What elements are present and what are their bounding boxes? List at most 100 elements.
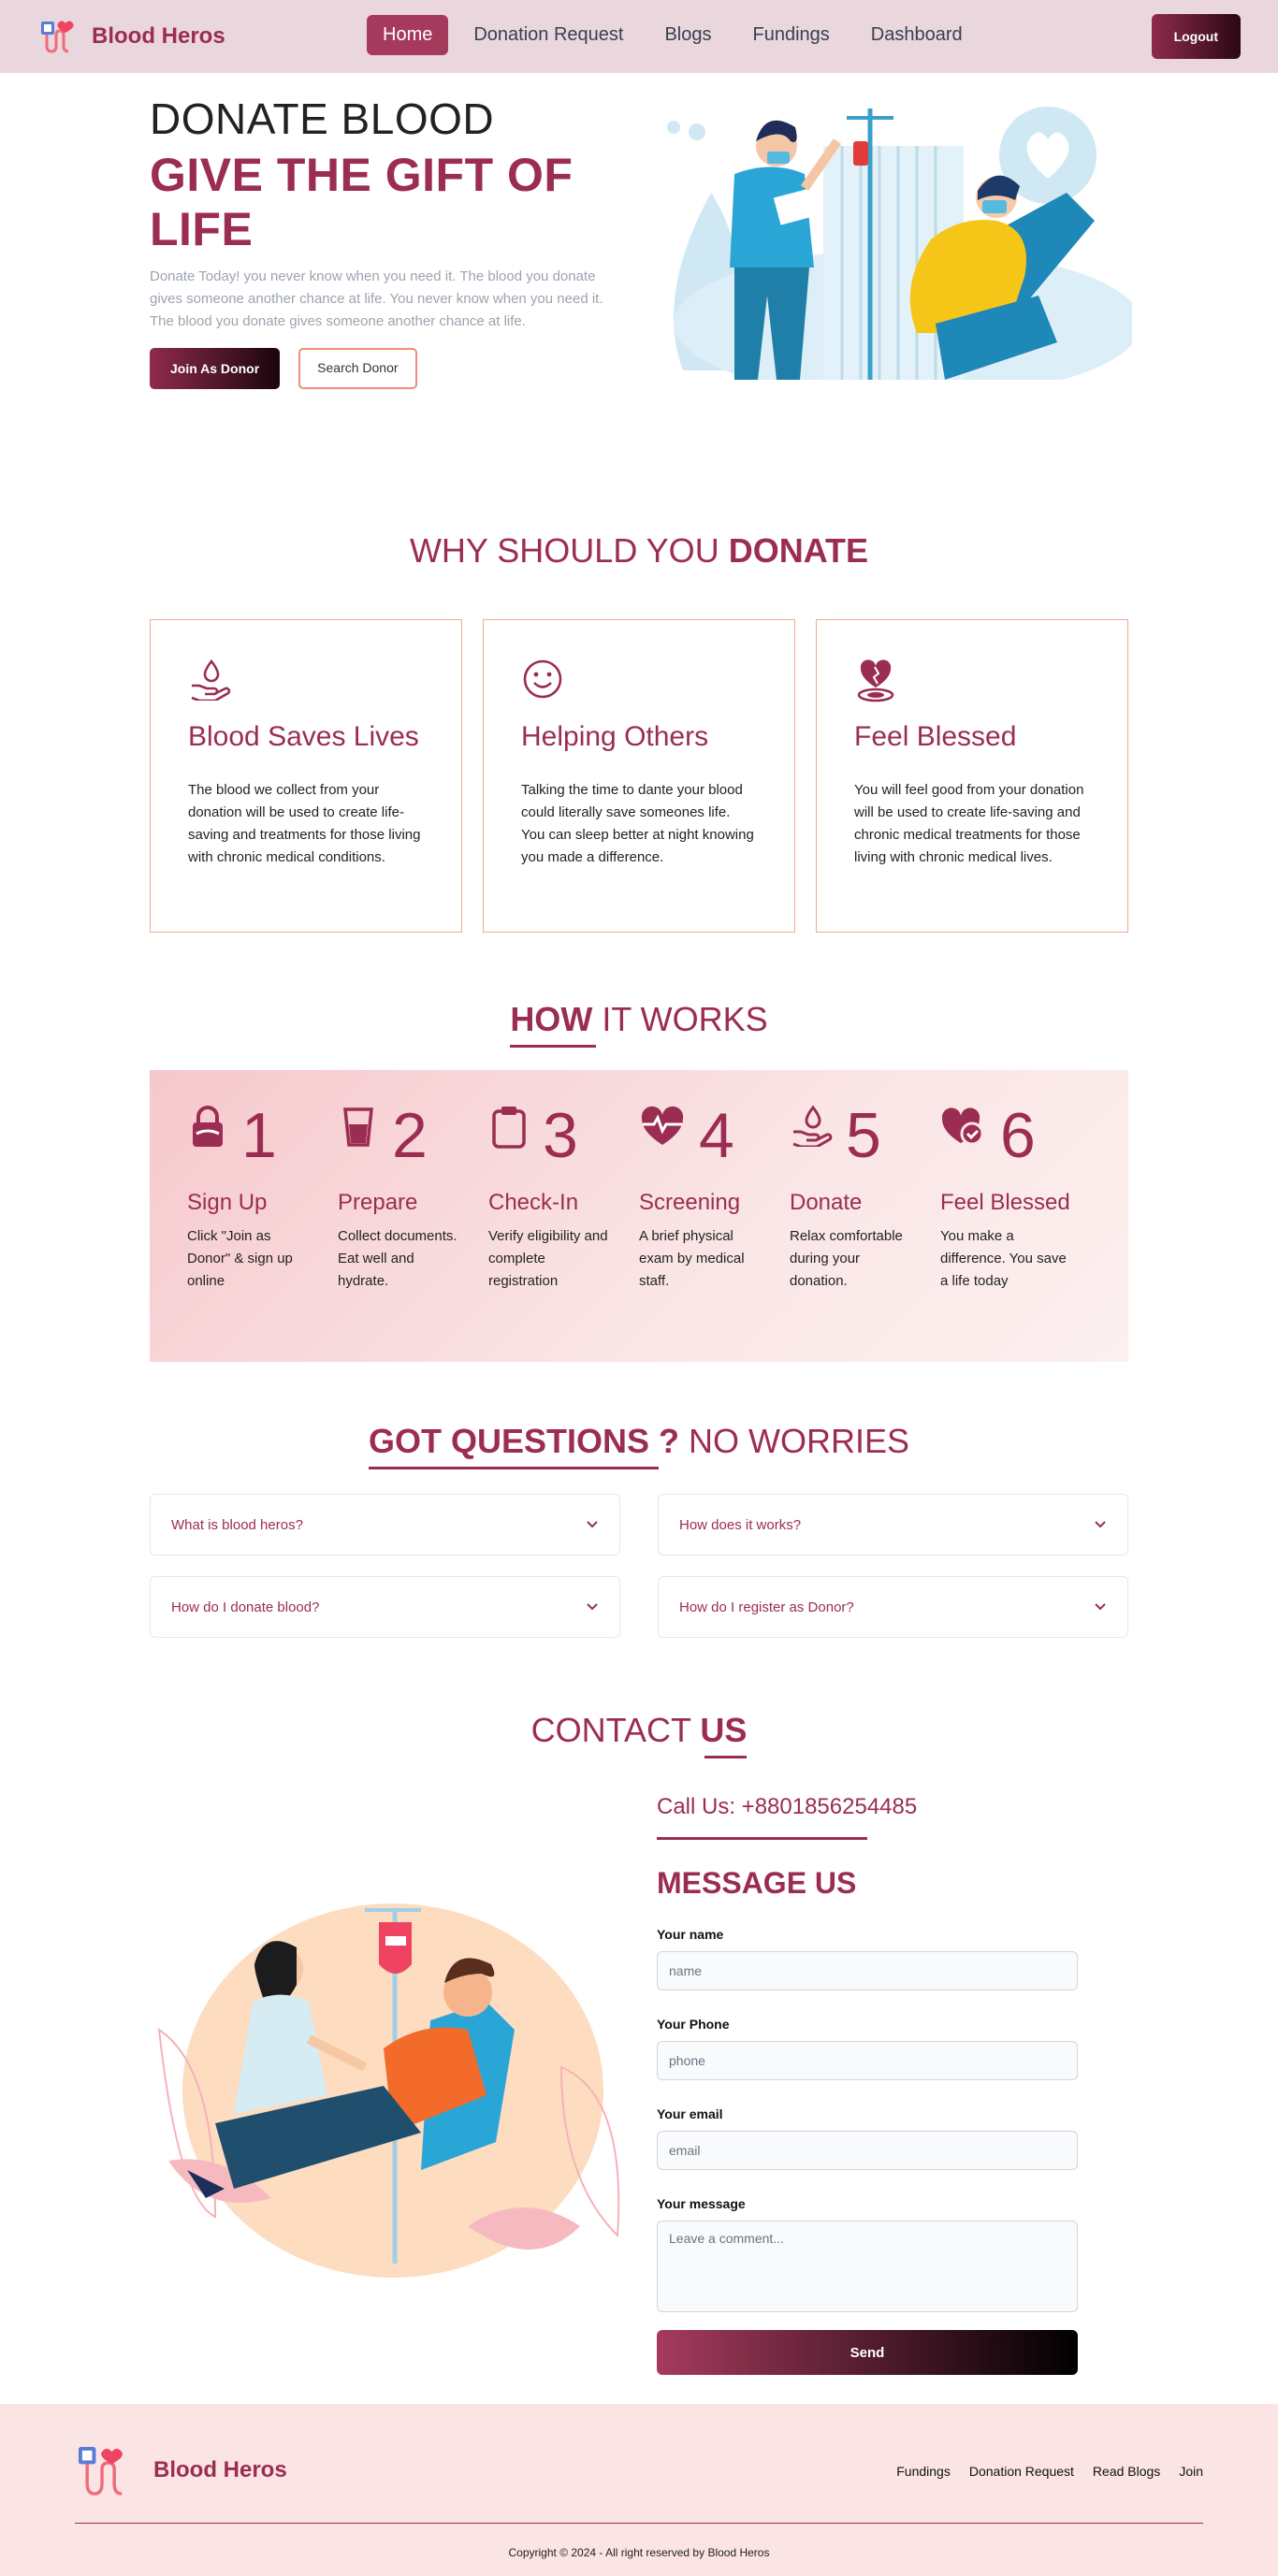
copyright-text: Copyright © 2024 - All right reserved by…: [508, 2546, 770, 2559]
card-title: Blood Saves Lives: [188, 721, 419, 752]
brand[interactable]: Blood Heros: [37, 16, 225, 57]
chevron-down-icon: [1095, 1603, 1106, 1611]
faq-question: What is blood heros?: [171, 1516, 303, 1533]
email-field[interactable]: [657, 2131, 1078, 2170]
faq-title-light: NO WORRIES: [689, 1422, 910, 1460]
step-number: 6: [1000, 1100, 1036, 1171]
faq-item[interactable]: How do I donate blood?: [150, 1576, 620, 1638]
hero-heading-line2: GIVE THE GIFT OF LIFE: [150, 149, 574, 255]
logout-button[interactable]: Logout: [1151, 14, 1241, 59]
name-field[interactable]: [657, 1951, 1078, 1990]
step-text: A brief physical exam by medical staff.: [639, 1228, 745, 1289]
footer-brand-name: Blood Heros: [153, 2457, 287, 2482]
faq-item[interactable]: What is blood heros?: [150, 1494, 620, 1556]
smile-icon: [521, 658, 757, 704]
contact-title-light: CONTACT: [530, 1711, 691, 1749]
step-title: Donate: [790, 1190, 863, 1215]
faq-item[interactable]: How does it works?: [658, 1494, 1128, 1556]
card-text: The blood we collect from your donation …: [188, 782, 421, 865]
title-underline: [510, 1045, 597, 1048]
brand-name: Blood Heros: [92, 23, 225, 49]
call-underline: [657, 1837, 867, 1840]
phone-label: Your Phone: [657, 2017, 730, 2032]
contact-illustration: [157, 1903, 620, 2278]
card-title: Helping Others: [521, 721, 709, 752]
faq-question: How does it works?: [679, 1516, 802, 1533]
step-item: 4 Screening A brief physical exam by med…: [639, 1100, 790, 1362]
phone-field[interactable]: [657, 2041, 1078, 2080]
message-field[interactable]: [657, 2221, 1078, 2312]
footer-link-donation-request[interactable]: Donation Request: [969, 2464, 1074, 2479]
why-title-bold: DONATE: [728, 531, 869, 570]
step-text: Collect documents. Eat well and hydrate.: [338, 1228, 457, 1289]
blood-heros-logo-icon: [41, 21, 74, 53]
step-item: 3 Check-In Verify eligibility and comple…: [488, 1100, 639, 1362]
heart-hand-icon: [854, 658, 1090, 704]
footer-link-join[interactable]: Join: [1179, 2464, 1203, 2479]
nav-links: Home Donation Request Blogs Fundings Das…: [367, 15, 988, 55]
how-title-light: IT WORKS: [602, 1000, 768, 1038]
card-title: Feel Blessed: [854, 721, 1017, 752]
hand-drop-icon: [188, 658, 424, 704]
faq-title: GOT QUESTIONS ? NO WORRIES: [368, 1422, 910, 1469]
contact-form-panel: Call Us: +8801856254485 MESSAGE US Your …: [657, 1794, 1078, 2375]
nav-donation-request[interactable]: Donation Request: [457, 15, 639, 55]
step-title: Sign Up: [187, 1190, 268, 1215]
card-text: Talking the time to dante your blood cou…: [521, 782, 754, 865]
why-card: Helping Others Talking the time to dante…: [483, 619, 795, 933]
footer-brand[interactable]: Blood Heros: [75, 2439, 287, 2501]
step-title: Prepare: [338, 1190, 418, 1215]
join-as-donor-button[interactable]: Join As Donor: [150, 348, 281, 389]
faq-question: How do I register as Donor?: [679, 1599, 854, 1615]
top-navbar: Blood Heros Home Donation Request Blogs …: [0, 0, 1278, 73]
send-button[interactable]: Send: [657, 2330, 1078, 2375]
how-steps-panel: 1 Sign Up Click "Join as Donor" & sign u…: [150, 1070, 1128, 1362]
call-us-text[interactable]: Call Us: +8801856254485: [657, 1794, 1078, 1820]
heartbeat-icon: [641, 1106, 684, 1145]
hero-buttons: Join As Donor Search Donor: [150, 348, 627, 389]
step-item: 1 Sign Up Click "Join as Donor" & sign u…: [187, 1100, 338, 1362]
hero-text: DONATE BLOOD GIVE THE GIFT OF LIFE Donat…: [150, 94, 627, 389]
step-title: Check-In: [488, 1190, 579, 1215]
nav-dashboard[interactable]: Dashboard: [855, 15, 979, 55]
why-cards: Blood Saves Lives The blood we collect f…: [0, 619, 1278, 933]
step-number: 2: [392, 1100, 428, 1171]
message-us-title: MESSAGE US: [657, 1866, 857, 1900]
how-it-works-title: HOW IT WORKS: [510, 1000, 768, 1048]
nav-fundings[interactable]: Fundings: [737, 15, 846, 55]
step-item: 5 Donate Relax comfortable during your d…: [790, 1100, 940, 1362]
nav-blogs[interactable]: Blogs: [648, 15, 727, 55]
card-text: You will feel good from your donation wi…: [854, 782, 1084, 865]
step-text: You make a difference. You save a life t…: [940, 1228, 1067, 1289]
nav-home[interactable]: Home: [367, 15, 449, 55]
hero-paragraph: Donate Today! you never know when you ne…: [150, 268, 603, 329]
step-number: 5: [846, 1100, 881, 1171]
step-number: 1: [241, 1100, 277, 1171]
title-underline: [368, 1467, 659, 1469]
name-label: Your name: [657, 1927, 724, 1942]
contact-title: CONTACT US: [531, 1711, 748, 1758]
faq-item[interactable]: How do I register as Donor?: [658, 1576, 1128, 1638]
hand-drop-icon: [792, 1105, 833, 1147]
step-number: 3: [543, 1100, 578, 1171]
step-item: 6 Feel Blessed You make a difference. Yo…: [940, 1100, 1091, 1362]
faq-list: What is blood heros? How does it works? …: [0, 1494, 1278, 1638]
chevron-down-icon: [1095, 1521, 1106, 1528]
cup-icon: [343, 1107, 373, 1147]
faq-question: How do I donate blood?: [171, 1599, 320, 1615]
how-title-wrap: HOW IT WORKS: [0, 933, 1278, 1048]
step-text: Click "Join as Donor" & sign up online: [187, 1228, 293, 1289]
search-donor-button[interactable]: Search Donor: [298, 348, 417, 389]
step-text: Verify eligibility and complete registra…: [488, 1228, 608, 1289]
footer: Blood Heros Fundings Donation Request Re…: [0, 2404, 1278, 2576]
step-item: 2 Prepare Collect documents. Eat well an…: [338, 1100, 488, 1362]
faq-title-bold: GOT QUESTIONS ?: [368, 1422, 679, 1460]
clipboard-icon: [492, 1107, 526, 1149]
hero-heading-line1: DONATE BLOOD: [150, 94, 495, 143]
footer-link-read-blogs[interactable]: Read Blogs: [1093, 2464, 1160, 2479]
message-label: Your message: [657, 2196, 746, 2211]
footer-link-fundings[interactable]: Fundings: [896, 2464, 951, 2479]
footer-divider: [75, 2523, 1203, 2524]
how-title-bold: HOW: [510, 1000, 593, 1038]
heart-check-icon: [941, 1107, 984, 1146]
